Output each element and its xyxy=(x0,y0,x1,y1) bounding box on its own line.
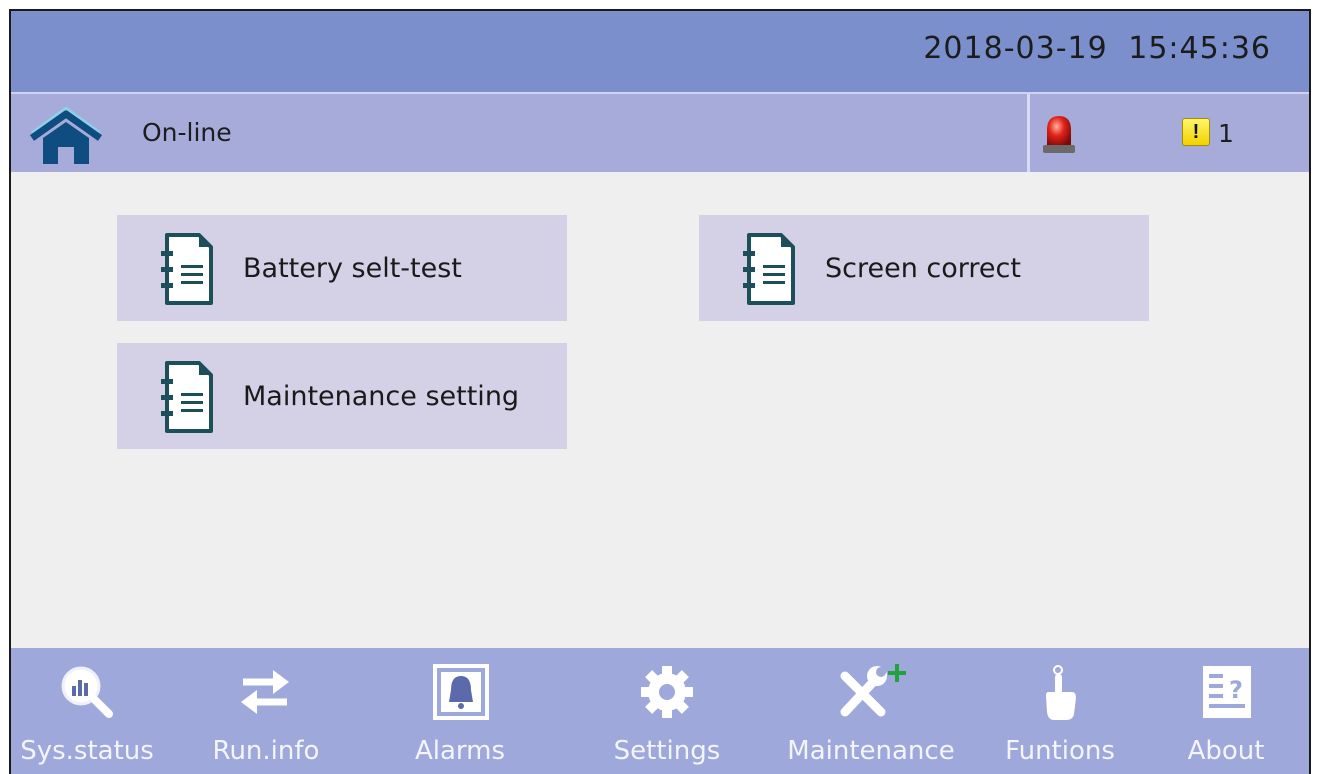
magnifier-chart-icon xyxy=(61,666,113,718)
nav-alarms[interactable]: Alarms xyxy=(391,648,529,774)
gear-icon xyxy=(641,666,693,718)
header-bar: 2018-03-19 15:45:36 xyxy=(11,11,1309,92)
warning-badge-icon[interactable]: ! xyxy=(1182,118,1210,146)
svg-text:?: ? xyxy=(1229,676,1243,704)
nav-alarms-label: Alarms xyxy=(414,736,506,766)
nav-about[interactable]: ? About xyxy=(1161,648,1291,774)
nav-about-label: About xyxy=(1187,736,1265,766)
nav-run-info[interactable]: Run.info xyxy=(197,648,335,774)
bell-icon xyxy=(433,664,489,720)
swap-arrows-icon xyxy=(241,670,289,714)
battery-self-test-button[interactable]: Battery selt-test xyxy=(117,215,567,321)
nav-sys-status[interactable]: Sys.status xyxy=(13,648,161,774)
nav-maintenance-label: Maintenance xyxy=(787,736,955,766)
nav-maintenance[interactable]: Maintenance xyxy=(771,648,971,774)
document-icon xyxy=(743,233,795,305)
document-icon xyxy=(161,361,213,433)
nav-settings[interactable]: Settings xyxy=(593,648,741,774)
screen-correct-button[interactable]: Screen correct xyxy=(699,215,1149,321)
maintenance-setting-label: Maintenance setting xyxy=(243,380,520,412)
status-bar: On-line ! 1 xyxy=(11,92,1309,172)
nav-sys-status-label: Sys.status xyxy=(20,736,154,766)
bottom-nav: Sys.status Run.info Alarms Settings Main… xyxy=(11,648,1309,774)
nav-run-info-label: Run.info xyxy=(212,736,320,766)
ups-mode-text: On-line xyxy=(142,118,232,147)
time-text: 15:45:36 xyxy=(1128,31,1271,66)
ups-screen: 2018-03-19 15:45:36 On-line ! 1 Battery … xyxy=(9,9,1311,774)
nav-functions[interactable]: Funtions xyxy=(995,648,1125,774)
nav-functions-label: Funtions xyxy=(1005,736,1115,766)
document-icon xyxy=(161,233,213,305)
pointing-hand-icon xyxy=(1046,665,1076,720)
status-divider xyxy=(1027,94,1030,172)
home-icon[interactable] xyxy=(29,104,103,166)
tools-icon xyxy=(840,664,906,717)
nav-settings-label: Settings xyxy=(613,736,721,766)
battery-self-test-label: Battery selt-test xyxy=(243,252,462,284)
alarm-beacon-icon[interactable] xyxy=(1039,112,1079,156)
maintenance-setting-button[interactable]: Maintenance setting xyxy=(117,343,567,449)
help-document-icon: ? xyxy=(1203,666,1251,718)
date-text: 2018-03-19 xyxy=(923,31,1108,66)
screen-correct-label: Screen correct xyxy=(825,252,1021,284)
datetime-display: 2018-03-19 15:45:36 xyxy=(923,31,1271,66)
warning-count: 1 xyxy=(1218,119,1234,148)
